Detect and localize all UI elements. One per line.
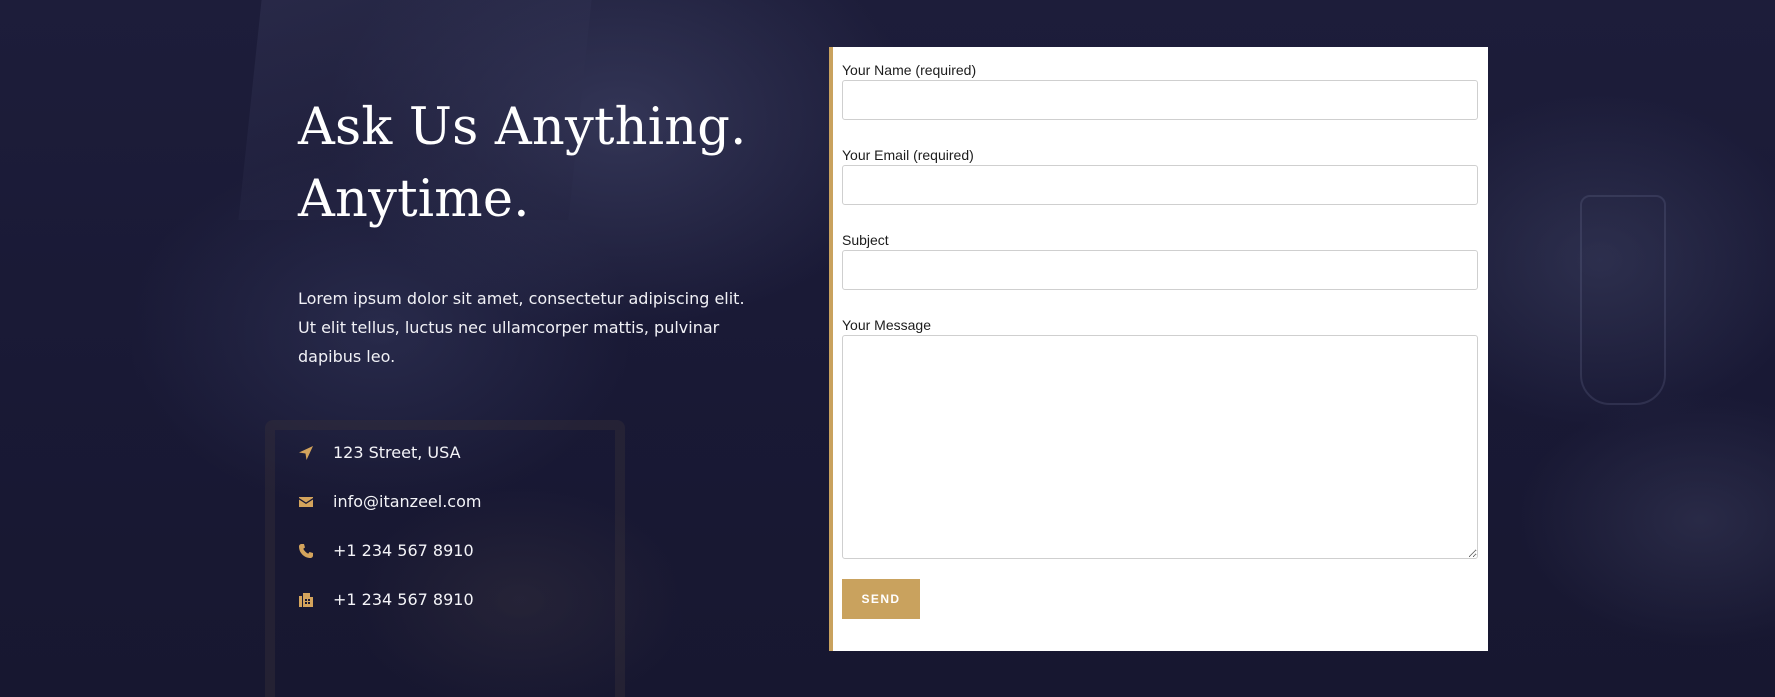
contact-item-email: info@itanzeel.com	[298, 477, 481, 526]
contact-item-fax: +1 234 567 8910	[298, 575, 481, 624]
location-arrow-icon	[298, 445, 314, 461]
phone-icon	[298, 543, 314, 559]
subject-label: Subject	[842, 232, 889, 248]
email-field[interactable]	[842, 165, 1478, 205]
message-field[interactable]	[842, 335, 1478, 559]
email-label: Your Email (required)	[842, 147, 974, 163]
headline-line-1: Ask Us Anything.	[298, 98, 747, 157]
contact-phone[interactable]: +1 234 567 8910	[333, 541, 474, 560]
contact-address: 123 Street, USA	[333, 443, 461, 462]
contact-item-phone: +1 234 567 8910	[298, 526, 481, 575]
name-field[interactable]	[842, 80, 1478, 120]
envelope-icon	[298, 494, 314, 510]
contact-item-address: 123 Street, USA	[298, 428, 481, 477]
hero-section: Ask Us Anything. Anytime. Lorem ipsum do…	[298, 92, 758, 371]
name-label: Your Name (required)	[842, 62, 977, 78]
contact-form: Your Name (required) Your Email (require…	[829, 47, 1488, 651]
send-button[interactable]: SEND	[842, 579, 920, 619]
subject-field[interactable]	[842, 250, 1478, 290]
headline-line-2: Anytime.	[298, 170, 530, 229]
fax-icon	[298, 592, 314, 608]
message-label: Your Message	[842, 317, 931, 333]
background-glass-shape	[1580, 195, 1666, 405]
intro-text: Lorem ipsum dolor sit amet, consectetur …	[298, 289, 745, 366]
page-title: Ask Us Anything. Anytime.	[298, 92, 758, 236]
contact-fax: +1 234 567 8910	[333, 590, 474, 609]
contact-email[interactable]: info@itanzeel.com	[333, 492, 481, 511]
contact-list: 123 Street, USA info@itanzeel.com +1 234…	[298, 428, 481, 624]
